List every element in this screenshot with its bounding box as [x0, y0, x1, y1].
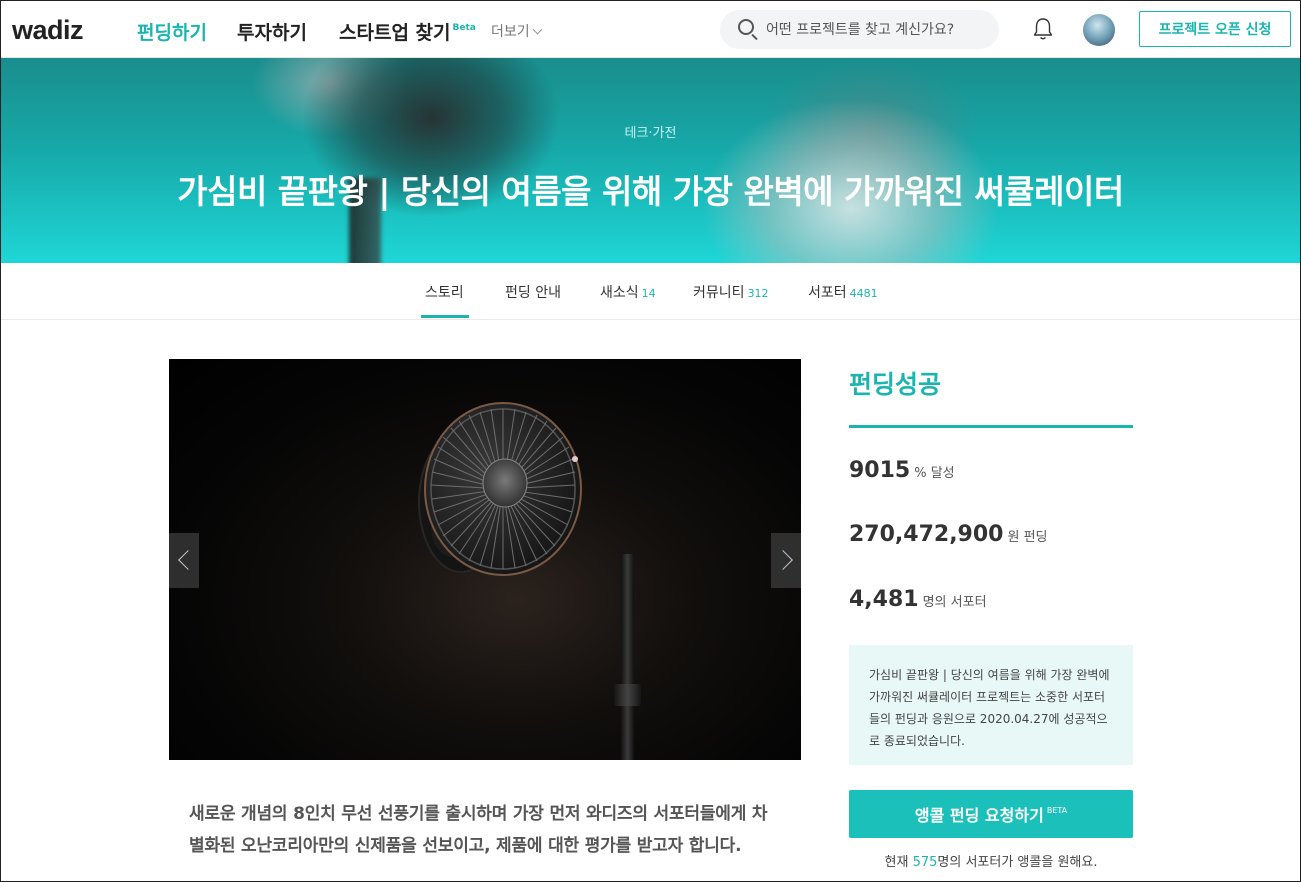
tab-news-label: 새소식 — [600, 285, 639, 301]
tab-supporters-label: 서포터 — [808, 285, 847, 301]
tab-news[interactable]: 새소식 14 — [600, 282, 656, 302]
tab-story[interactable]: 스토리 — [425, 282, 464, 302]
beta-badge: Beta — [452, 23, 476, 33]
encore-note-suffix: 명의 서포터가 앵콜을 원해요. — [937, 855, 1098, 870]
fan-stand-pole — [621, 554, 634, 760]
encore-button-label: 앵콜 펀딩 요청하기 — [914, 806, 1044, 825]
supporter-count-unit: 명의 서포터 — [922, 595, 987, 610]
funding-amount: 270,472,900 원 펀딩 — [849, 522, 1048, 547]
chevron-down-icon — [532, 24, 543, 35]
search-input[interactable] — [766, 10, 991, 49]
project-title: 가심비 끝판왕 | 당신의 여름을 위해 가장 완벽에 가까워진 써큘레이터 — [177, 172, 1124, 211]
encore-count-value: 575 — [912, 855, 938, 870]
wadiz-logo[interactable]: wadiz — [12, 15, 84, 46]
project-intro-text: 새로운 개념의 8인치 무선 선풍기를 출시하며 가장 먼저 와디즈의 서포터들… — [189, 804, 768, 856]
product-image-carousel — [169, 359, 801, 760]
tab-supporters[interactable]: 서포터 4481 — [808, 282, 878, 302]
encore-beta-badge: BETA — [1046, 806, 1068, 815]
carousel-prev-button[interactable] — [169, 533, 199, 588]
supporter-count: 4,481 명의 서포터 — [849, 587, 987, 612]
carousel-next-button[interactable] — [771, 533, 801, 588]
achievement-rate: 9015% 달성 — [849, 458, 955, 483]
funding-amount-value: 270,472,900 — [849, 522, 1004, 547]
top-navigation: wadiz 펀딩하기 투자하기 스타트업 찾기Beta 더보기 프로젝트 오픈 … — [1, 1, 1300, 58]
nav-more-label: 더보기 — [491, 24, 530, 40]
active-tab-indicator — [421, 315, 469, 318]
funding-complete-notice: 가심비 끝판왕 | 당신의 여름을 위해 가장 완벽에 가까워진 써큘레이터 프… — [849, 645, 1133, 765]
fan-stand-joint — [614, 684, 641, 706]
user-avatar[interactable] — [1083, 14, 1115, 46]
search-box[interactable] — [720, 10, 999, 49]
encore-note-prefix: 현재 — [884, 855, 913, 870]
project-category[interactable]: 테크·가전 — [1, 122, 1300, 141]
funding-status: 펀딩성공 — [849, 370, 942, 399]
status-divider — [849, 425, 1133, 428]
project-hero-banner: 테크·가전 가심비 끝판왕 | 당신의 여름을 위해 가장 완벽에 가까워진 써… — [1, 58, 1300, 263]
funding-amount-unit: 원 펀딩 — [1007, 530, 1048, 545]
achievement-unit: % 달성 — [914, 466, 955, 481]
supporter-count-value: 4,481 — [849, 587, 919, 612]
nav-funding-label: 펀딩하기 — [137, 22, 207, 44]
product-fan-image — [418, 402, 582, 576]
bell-icon[interactable] — [1032, 17, 1054, 41]
achievement-value: 9015 — [849, 458, 911, 483]
nav-funding[interactable]: 펀딩하기 — [137, 18, 207, 45]
tab-story-label: 스토리 — [425, 285, 464, 301]
tab-supporters-count: 4481 — [849, 287, 878, 300]
nav-more-dropdown[interactable]: 더보기 — [491, 21, 543, 41]
tab-community[interactable]: 커뮤니티 312 — [693, 282, 769, 302]
nav-investment-label: 투자하기 — [237, 22, 307, 44]
tab-community-count: 312 — [747, 287, 769, 300]
project-open-button[interactable]: 프로젝트 오픈 신청 — [1139, 11, 1291, 47]
project-tabs: 스토리 펀딩 안내 새소식 14 커뮤니티 312 서포터 4481 — [1, 263, 1300, 320]
encore-request-count: 현재 575명의 서포터가 앵콜을 원해요. — [849, 851, 1133, 870]
tab-community-label: 커뮤니티 — [693, 285, 745, 301]
tab-funding-info[interactable]: 펀딩 안내 — [505, 282, 561, 302]
tab-funding-info-label: 펀딩 안내 — [505, 285, 561, 301]
encore-funding-request-button[interactable]: 앵콜 펀딩 요청하기 BETA — [849, 790, 1133, 838]
nav-startup-search[interactable]: 스타트업 찾기 Beta — [339, 18, 476, 45]
tab-news-count: 14 — [641, 287, 656, 300]
nav-investment[interactable]: 투자하기 — [237, 18, 307, 45]
search-icon[interactable] — [738, 19, 754, 35]
nav-startup-label: 스타트업 찾기 — [339, 22, 451, 44]
